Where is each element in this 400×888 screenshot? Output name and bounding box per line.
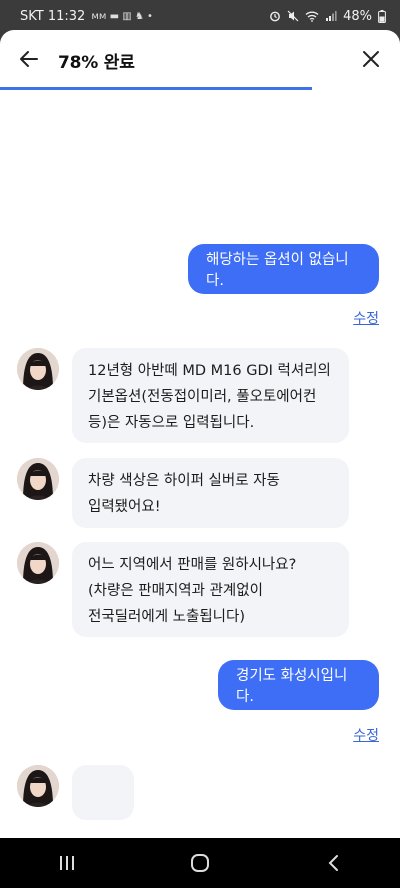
edit-link[interactable]: 수정 <box>353 725 379 745</box>
edit-link[interactable]: 수정 <box>353 308 379 328</box>
avatar <box>17 348 59 390</box>
progress-fill <box>0 87 312 90</box>
wifi-icon <box>305 11 319 22</box>
home-icon <box>190 854 209 872</box>
agent-avatar-icon <box>17 348 59 390</box>
header: 78% 완료 <box>0 30 400 88</box>
bot-message-line: 차량 색상은 하이퍼 실버로 자동 <box>88 473 280 489</box>
bot-message: 12년형 아반떼 MD M16 GDI 럭셔리의 기본옵션(전동접이미러, 풀오… <box>72 348 349 443</box>
status-bar: SKT 11:32 ᴍᴍ ▬ ▥ ♞ • 48% <box>0 0 400 32</box>
battery-percent: 48% <box>343 8 372 24</box>
page-title: 78% 완료 <box>58 53 135 73</box>
close-button[interactable] <box>356 44 386 74</box>
bot-message: 차량 색상은 하이퍼 실버로 자동 입력됐어요! <box>72 458 349 528</box>
bot-message-line: 12년형 아반떼 MD M16 GDI 럭셔리의 <box>88 363 331 379</box>
carrier-time: SKT 11:32 <box>20 8 86 24</box>
bot-message-line: 기본옵션(전동접이미러, 풀오토에어컨 <box>88 389 317 405</box>
system-nav-bar <box>0 838 400 888</box>
avatar <box>17 765 59 807</box>
recent-apps-button[interactable] <box>37 843 97 883</box>
nav-back-icon <box>328 855 339 871</box>
avatar <box>17 542 59 584</box>
user-message-text: 경기도 화성시입니다. <box>236 668 348 705</box>
battery-icon <box>378 9 386 23</box>
chat-sheet: 78% 완료 해당하는 옵션이 없습니다. 수정 12년형 아반떼 MD M16… <box>0 30 400 838</box>
agent-avatar-icon <box>17 542 59 584</box>
bot-message-line: 등)은 자동으로 입력됩니다. <box>88 415 255 431</box>
avatar <box>17 458 59 500</box>
bot-message-line: 어느 지역에서 판매를 원하시나요? <box>88 557 297 573</box>
back-button[interactable] <box>14 44 44 74</box>
agent-avatar-icon <box>17 458 59 500</box>
notification-icons: ᴍᴍ ▬ ▥ ♞ • <box>91 10 153 22</box>
status-right: 48% <box>269 9 386 24</box>
mute-icon <box>287 10 299 22</box>
agent-avatar-icon <box>17 765 59 807</box>
user-message: 경기도 화성시입니다. <box>218 660 379 710</box>
arrow-left-icon <box>20 51 38 67</box>
progress-bar <box>0 87 400 90</box>
close-icon <box>363 51 379 67</box>
bot-message-line: 전국딜러에게 노출됩니다) <box>88 609 246 625</box>
typing-bubble <box>72 765 134 820</box>
alarm-icon <box>270 11 280 22</box>
bot-message-line: (차량은 판매지역과 관계없이 <box>88 583 263 599</box>
nav-back-button[interactable] <box>303 843 363 883</box>
recent-apps-icon <box>59 856 74 870</box>
user-message-text: 해당하는 옵션이 없습니다. <box>206 252 349 289</box>
status-left: SKT 11:32 ᴍᴍ ▬ ▥ ♞ • <box>20 9 153 24</box>
signal-icon <box>326 11 337 21</box>
home-button[interactable] <box>170 843 230 883</box>
bot-message-line: 입력됐어요! <box>88 499 161 515</box>
user-message: 해당하는 옵션이 없습니다. <box>188 244 379 294</box>
bot-message: 어느 지역에서 판매를 원하시나요? (차량은 판매지역과 관계없이 전국딜러에… <box>72 542 349 637</box>
